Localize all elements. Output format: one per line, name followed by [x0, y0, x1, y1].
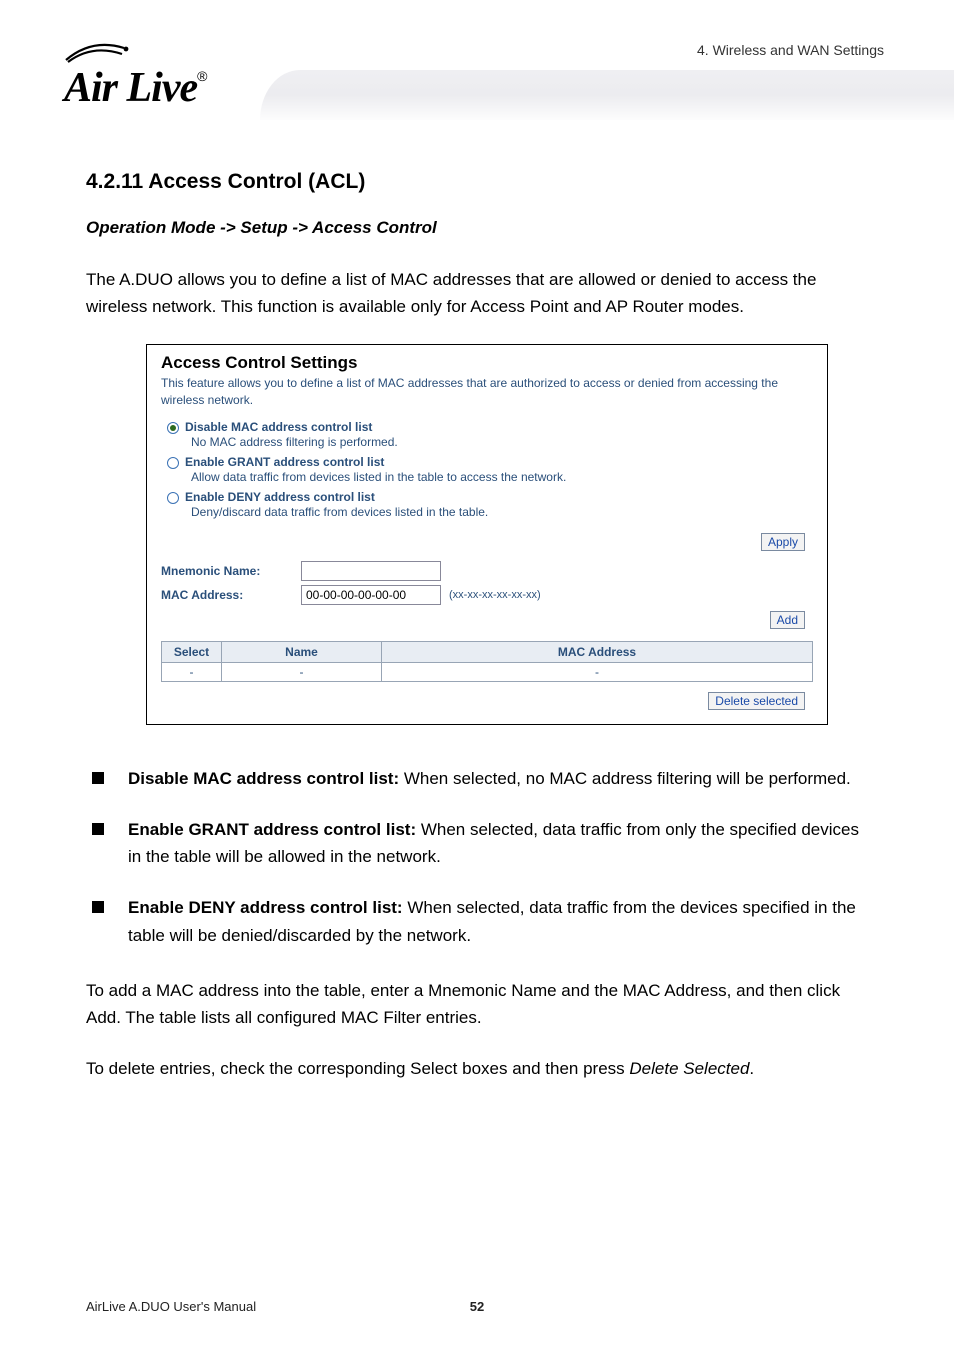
col-select: Select [162, 641, 222, 662]
radio-icon [167, 422, 179, 434]
list-item: Enable DENY address control list: When s… [86, 894, 868, 948]
panel-title: Access Control Settings [161, 353, 813, 373]
delete-selected-term: Delete Selected [629, 1059, 749, 1078]
col-mac: MAC Address [382, 641, 813, 662]
square-bullet-icon [92, 772, 104, 784]
cell-select: - [162, 662, 222, 681]
post-paragraph-1: To add a MAC address into the table, ent… [86, 977, 868, 1031]
section-heading: 4.2.11 Access Control (ACL) [86, 170, 868, 194]
page-footer: AirLive A.DUO User's Manual 52 [86, 1299, 868, 1314]
radio-enable-grant[interactable]: Enable GRANT address control list [161, 455, 813, 469]
bullet-bold: Enable GRANT address control list: [128, 820, 416, 839]
mnemonic-name-input[interactable] [301, 561, 441, 581]
radio-icon [167, 457, 179, 469]
page-number: 52 [470, 1299, 484, 1314]
logo-arcs-icon [64, 36, 134, 64]
radio-label: Disable MAC address control list [185, 420, 372, 434]
radio-label: Enable DENY address control list [185, 490, 375, 504]
chapter-label: 4. Wireless and WAN Settings [697, 42, 884, 58]
mac-table: Select Name MAC Address - - - [161, 641, 813, 682]
apply-button[interactable]: Apply [761, 533, 805, 551]
radio-sublabel: No MAC address filtering is performed. [191, 435, 813, 449]
access-control-panel: Access Control Settings This feature all… [146, 344, 828, 724]
col-name: Name [222, 641, 382, 662]
mnemonic-name-label: Mnemonic Name: [161, 564, 301, 578]
intro-paragraph: The A.DUO allows you to define a list of… [86, 266, 868, 320]
breadcrumb: Operation Mode -> Setup -> Access Contro… [86, 218, 868, 238]
bullet-text: When selected, no MAC address filtering … [399, 769, 851, 788]
list-item: Enable GRANT address control list: When … [86, 816, 868, 870]
square-bullet-icon [92, 901, 104, 913]
list-item: Disable MAC address control list: When s… [86, 765, 868, 792]
mac-format-hint: (xx-xx-xx-xx-xx-xx) [449, 589, 541, 601]
radio-icon [167, 492, 179, 504]
logo-registered-icon: ® [197, 68, 207, 84]
brand-logo: Air Live® [64, 36, 207, 112]
cell-mac: - [382, 662, 813, 681]
delete-selected-button[interactable]: Delete selected [708, 692, 805, 710]
header-banner [260, 70, 954, 120]
bullet-bold: Enable DENY address control list: [128, 898, 403, 917]
radio-sublabel: Allow data traffic from devices listed i… [191, 470, 813, 484]
bullet-bold: Disable MAC address control list: [128, 769, 399, 788]
table-row[interactable]: - - - [162, 662, 813, 681]
panel-description: This feature allows you to define a list… [161, 375, 813, 407]
post-paragraph-2: To delete entries, check the correspondi… [86, 1055, 868, 1082]
add-button[interactable]: Add [770, 611, 805, 629]
page-content: 4.2.11 Access Control (ACL) Operation Mo… [0, 130, 954, 1082]
mac-address-label: MAC Address: [161, 588, 301, 602]
manual-title: AirLive A.DUO User's Manual [86, 1299, 256, 1314]
cell-name: - [222, 662, 382, 681]
radio-enable-deny[interactable]: Enable DENY address control list [161, 490, 813, 504]
radio-disable-mac[interactable]: Disable MAC address control list [161, 420, 813, 434]
bullet-list: Disable MAC address control list: When s… [86, 765, 868, 949]
logo-text: Air Live [64, 65, 197, 111]
mac-address-input[interactable] [301, 585, 441, 605]
radio-sublabel: Deny/discard data traffic from devices l… [191, 505, 813, 519]
square-bullet-icon [92, 823, 104, 835]
page-header: Air Live® 4. Wireless and WAN Settings [0, 0, 954, 130]
radio-label: Enable GRANT address control list [185, 455, 384, 469]
